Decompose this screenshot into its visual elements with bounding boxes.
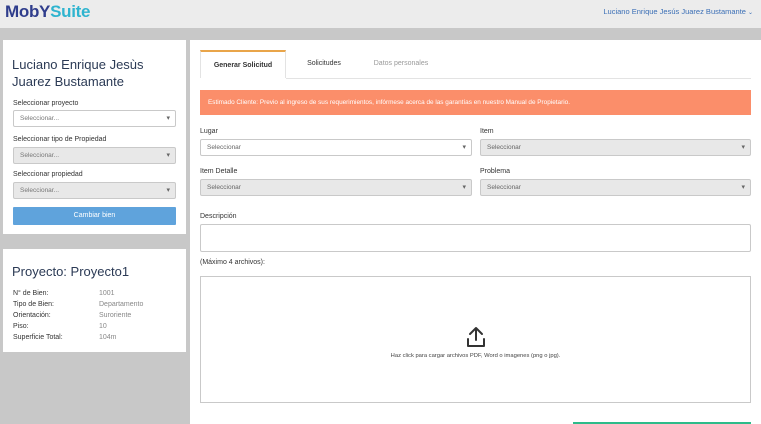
lugar-dropdown[interactable]: Seleccionar ▾ [200,139,472,156]
chevron-down-icon: ▾ [166,152,170,159]
floor-value: 10 [99,323,107,330]
project-title: Proyecto: Proyecto1 [12,264,130,279]
problema-dropdown[interactable]: Seleccionar ▾ [480,179,751,196]
select-property-value: Seleccionar... [20,187,60,194]
select-project-dropdown[interactable]: Seleccionar... ▾ [13,110,176,127]
project-info-card: Proyecto: Proyecto1 N° de Bien: 1001 Tip… [3,249,186,352]
select-project-value: Seleccionar... [20,115,60,122]
property-type-key: Tipo de Bien: [13,301,54,308]
file-upload-dropzone[interactable]: Haz click para cargar archivos PDF, Word… [200,276,751,403]
floor-key: Piso: [13,323,29,330]
descripcion-textarea[interactable] [200,224,751,252]
select-type-dropdown[interactable]: Seleccionar... ▾ [13,147,176,164]
upload-instructions: Haz click para cargar archivos PDF, Word… [390,353,561,359]
orientation-key: Orientación: [13,312,51,319]
item-detalle-dropdown[interactable]: Seleccionar ▾ [200,179,472,196]
warranty-alert: Estimado Cliente: Previo al ingreso de s… [200,90,751,115]
lugar-value: Seleccionar [207,144,241,151]
item-dropdown[interactable]: Seleccionar ▾ [480,139,751,156]
chevron-down-icon: ⌄ [747,10,753,16]
select-property-dropdown[interactable]: Seleccionar... ▾ [13,182,176,199]
main-panel: Generar Solicitud Solicitudes Datos pers… [190,40,761,424]
chevron-down-icon: ▾ [166,187,170,194]
property-number-key: N° de Bien: [13,290,49,297]
item-value: Seleccionar [487,144,521,151]
user-full-name: Luciano Enrique Jesùs Juarez Bustamante [12,57,144,89]
total-area-key: Superficie Total: [13,334,63,341]
chevron-down-icon: ▾ [166,115,170,122]
problema-label: Problema [480,168,510,175]
select-project-label: Seleccionar proyecto [13,100,79,107]
user-menu[interactable]: Luciano Enrique Jesús Juarez Bustamante ⌄ [603,7,753,16]
select-property-label: Seleccionar propiedad [13,171,83,178]
item-label: Item [480,128,494,135]
max-files-label: (Máximo 4 archivos): [200,259,265,266]
property-type-value: Departamento [99,301,144,308]
user-selection-card: Luciano Enrique Jesùs Juarez Bustamante … [3,40,186,234]
select-type-value: Seleccionar... [20,152,60,159]
lugar-label: Lugar [200,128,218,135]
app-logo[interactable]: MobYSuite [5,2,90,22]
tab-datos-personales[interactable]: Datos personales [366,50,436,78]
logo-part-1: MobY [5,2,51,21]
item-detalle-label: Item Detalle [200,168,238,175]
chevron-down-icon: ▾ [462,144,466,151]
tab-generar-solicitud[interactable]: Generar Solicitud [200,50,286,78]
orientation-value: Suroriente [99,312,132,319]
chevron-down-icon: ▾ [462,184,466,191]
tab-divider [286,78,751,79]
total-area-value: 104m [99,334,117,341]
chevron-down-icon: ▾ [741,184,745,191]
property-number-value: 1001 [99,290,115,297]
descripcion-label: Descripción [200,213,237,220]
logo-part-2: Suite [50,2,91,21]
chevron-down-icon: ▾ [741,144,745,151]
user-menu-name: Luciano Enrique Jesús Juarez Bustamante [603,7,746,16]
upload-icon [467,327,485,347]
top-bar: MobYSuite Luciano Enrique Jesús Juarez B… [0,0,761,28]
problema-value: Seleccionar [487,184,521,191]
item-detalle-value: Seleccionar [207,184,241,191]
select-type-label: Seleccionar tipo de Propiedad [13,136,107,143]
change-property-button[interactable]: Cambiar bien [13,207,176,225]
tab-solicitudes[interactable]: Solicitudes [300,50,348,78]
